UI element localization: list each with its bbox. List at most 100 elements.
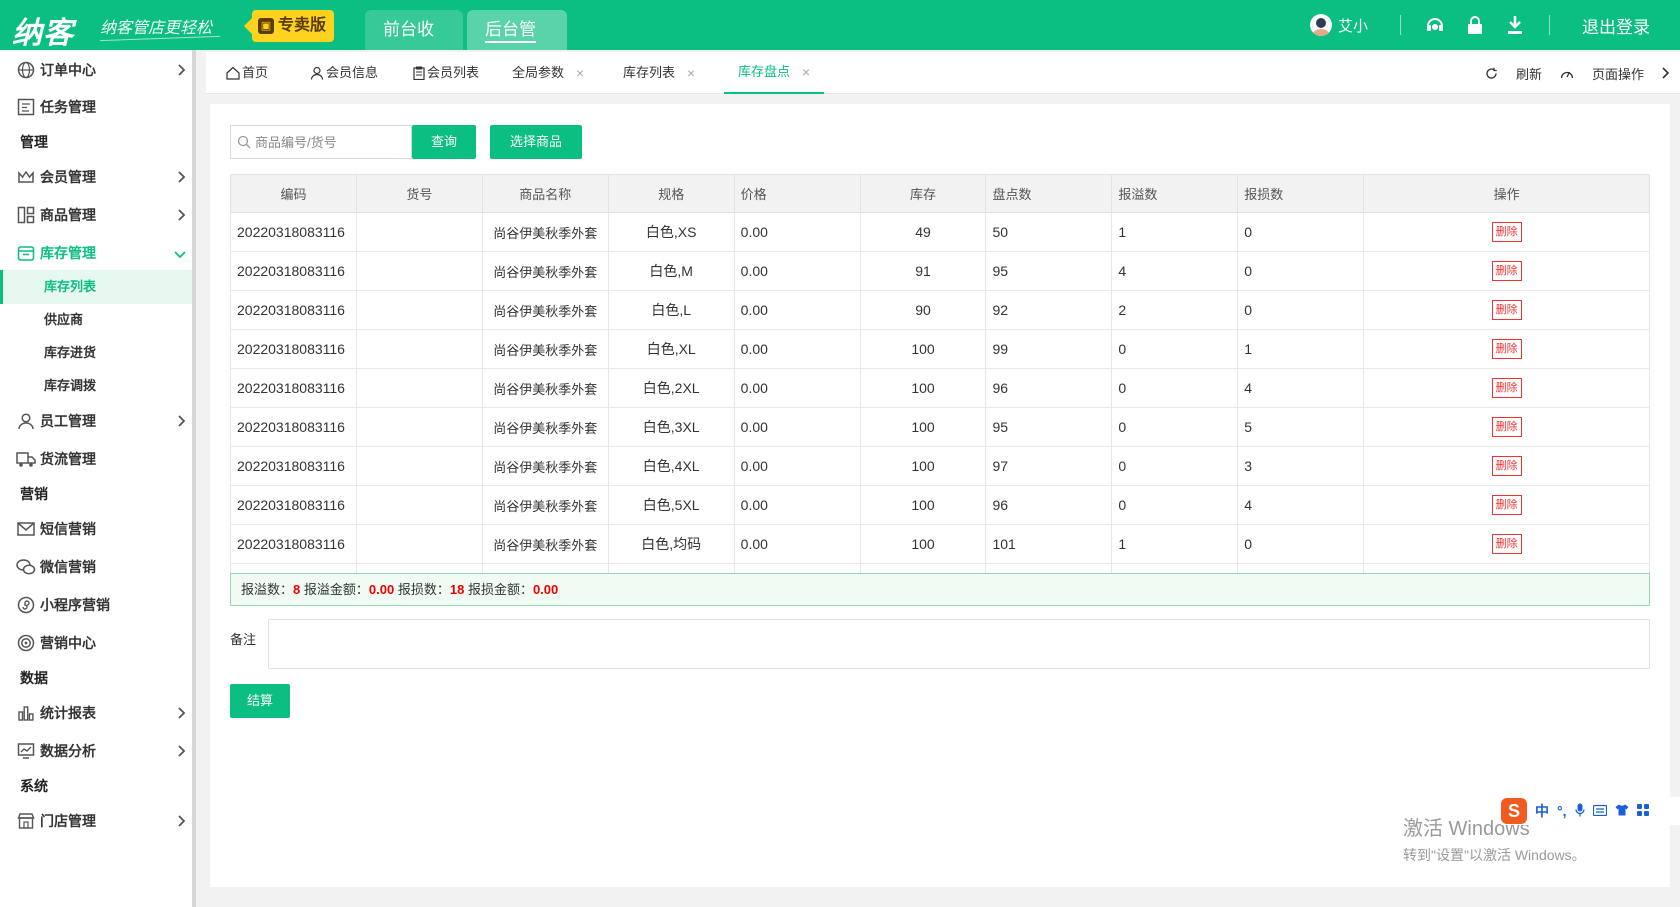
search-input[interactable] bbox=[255, 134, 405, 150]
sidebar-item-sms[interactable]: 短信营销 bbox=[0, 510, 196, 548]
delete-button[interactable]: 删除 bbox=[1491, 378, 1522, 398]
tab-global-params[interactable]: 全局参数 × bbox=[512, 52, 584, 94]
sidebar-item-label: 订单中心 bbox=[40, 62, 96, 78]
delete-button[interactable]: 删除 bbox=[1491, 456, 1522, 476]
sidebar-subitem-supplier[interactable]: 供应商 bbox=[0, 303, 192, 337]
tab-stock-list[interactable]: 库存列表 × bbox=[623, 52, 695, 94]
app-logo[interactable]: 纳客 bbox=[12, 8, 74, 52]
sidebar-item-members[interactable]: 会员管理 bbox=[0, 158, 196, 196]
delete-button[interactable]: 删除 bbox=[1491, 534, 1522, 554]
table-cell bbox=[355, 368, 483, 408]
download-icon[interactable] bbox=[1501, 11, 1529, 39]
overflow-amount-label: 报溢金额： bbox=[303, 582, 369, 597]
select-goods-button[interactable]: 选择商品 bbox=[490, 125, 582, 159]
table-cell: 0 bbox=[1111, 407, 1239, 447]
sidebar-item-staff[interactable]: 员工管理 bbox=[0, 402, 196, 440]
chevron-right-icon bbox=[178, 208, 186, 224]
table-cell: 0.00 bbox=[733, 251, 861, 291]
avatar[interactable] bbox=[1309, 14, 1332, 36]
delete-button[interactable]: 删除 bbox=[1491, 261, 1522, 281]
table-cell: 尚谷伊美秋季外套 bbox=[481, 524, 609, 564]
sidebar-item-inventory[interactable]: 库存管理 bbox=[0, 234, 196, 272]
delete-button[interactable]: 删除 bbox=[1491, 495, 1522, 515]
close-icon[interactable]: × bbox=[687, 52, 695, 94]
col-header-stock: 库存 bbox=[859, 174, 987, 213]
overflow-count-label: 报溢数： bbox=[241, 582, 294, 597]
close-icon[interactable]: × bbox=[802, 51, 810, 93]
punctuation-icon[interactable]: °, bbox=[1557, 803, 1567, 819]
tab-home[interactable]: 首页 bbox=[226, 52, 268, 94]
sidebar-item-stores[interactable]: 门店管理 bbox=[0, 802, 196, 840]
logout-button[interactable]: 退出登录 bbox=[1564, 13, 1680, 38]
headset-icon[interactable] bbox=[1421, 11, 1449, 39]
tab-member-info[interactable]: 会员信息 bbox=[310, 52, 378, 94]
delete-button[interactable]: 删除 bbox=[1491, 417, 1522, 437]
lock-icon[interactable] bbox=[1461, 11, 1489, 39]
refresh-icon bbox=[1486, 67, 1497, 79]
table-cell: 20220318083116 bbox=[230, 485, 357, 525]
table-row: 20220318083116 尚谷伊美秋季外套 白色,4XL 0.00 100 97 0 3 删… bbox=[230, 446, 1650, 486]
task-icon bbox=[16, 97, 36, 117]
table-cell: 0 bbox=[1237, 524, 1365, 564]
delete-button[interactable]: 删除 bbox=[1491, 339, 1522, 359]
sidebar-item-products[interactable]: 商品管理 bbox=[0, 196, 196, 234]
page-ops-label: 页面操作 bbox=[1591, 66, 1644, 82]
tab-stocktake[interactable]: 库存盘点 × bbox=[724, 51, 825, 94]
mic-icon[interactable] bbox=[1574, 803, 1585, 820]
target-icon bbox=[16, 633, 36, 653]
col-header-loss: 报损数 bbox=[1237, 174, 1365, 213]
sidebar-item-marketing-center[interactable]: 营销中心 bbox=[0, 624, 196, 662]
sidebar-subitem-stock-transfer[interactable]: 库存调拨 bbox=[0, 369, 192, 403]
col-header-price: 价格 bbox=[733, 174, 861, 213]
sidebar-item-orders[interactable]: 订单中心 bbox=[0, 51, 196, 89]
table-cell bbox=[355, 329, 483, 369]
table-cell: 0 bbox=[1237, 251, 1365, 291]
table-cell: 白色,5XL bbox=[607, 485, 735, 525]
username[interactable]: 艾小 bbox=[1338, 15, 1368, 36]
delete-button[interactable]: 删除 bbox=[1491, 300, 1522, 320]
sidebar-item-wechat[interactable]: 微信营销 bbox=[0, 548, 196, 586]
col-header-count: 盘点数 bbox=[985, 174, 1113, 213]
settle-button[interactable]: 结算 bbox=[230, 684, 290, 718]
close-icon[interactable]: × bbox=[576, 52, 584, 94]
sidebar-subitem-stock-list[interactable]: 库存列表 bbox=[0, 270, 192, 304]
toolbox-grid-icon[interactable] bbox=[1636, 803, 1649, 819]
ime-toolbar[interactable]: S 中 °, bbox=[1501, 797, 1680, 825]
ime-language[interactable]: 中 bbox=[1535, 801, 1549, 821]
tab-member-list[interactable]: 会员列表 bbox=[413, 52, 479, 94]
table-cell: 5 bbox=[1237, 407, 1365, 447]
person-icon bbox=[16, 411, 36, 431]
home-icon bbox=[226, 66, 240, 80]
chevron-right-icon bbox=[178, 744, 186, 760]
loss-count-label: 报损数： bbox=[397, 582, 450, 597]
search-box[interactable] bbox=[230, 125, 412, 159]
remark-input[interactable] bbox=[268, 619, 1650, 669]
sidebar-item-tasks[interactable]: 任务管理 bbox=[0, 88, 196, 126]
overflow-count: 8 bbox=[293, 582, 301, 597]
table-row: 20220318083116 尚谷伊美秋季外套 白色,3XL 0.00 100 95 0 5 删… bbox=[230, 407, 1650, 447]
sidebar-item-miniprogram[interactable]: 小程序营销 bbox=[0, 586, 196, 624]
delete-button[interactable]: 删除 bbox=[1491, 222, 1522, 242]
skin-shirt-icon[interactable] bbox=[1615, 803, 1629, 819]
sidebar-item-reports[interactable]: 统计报表 bbox=[0, 694, 196, 732]
page-ops-button[interactable]: 页面操作 bbox=[1560, 64, 1644, 83]
sidebar-item-analysis[interactable]: 数据分析 bbox=[0, 732, 196, 770]
globe-icon bbox=[16, 60, 36, 80]
query-button[interactable]: 查询 bbox=[412, 125, 476, 159]
top-tab-cashier[interactable]: 前台收银 bbox=[365, 10, 463, 79]
col-header-name: 商品名称 bbox=[481, 174, 609, 213]
table-cell: 白色,3XL bbox=[607, 407, 735, 447]
tab-label: 库存盘点 bbox=[738, 64, 791, 79]
sidebar-item-logistics[interactable]: 货流管理 bbox=[0, 440, 196, 478]
sidebar-subitem-stock-purchase[interactable]: 库存进货 bbox=[0, 336, 192, 370]
table-cell: 白色,均码 bbox=[607, 524, 735, 564]
wechat-icon bbox=[16, 557, 36, 577]
refresh-button[interactable]: 刷新 bbox=[1485, 64, 1542, 83]
keyboard-icon[interactable] bbox=[1592, 803, 1607, 819]
table-cell bbox=[355, 212, 483, 252]
table-cell: 91 bbox=[859, 251, 987, 291]
top-tab-admin[interactable]: 后台管理 bbox=[467, 10, 567, 83]
chevron-right-icon[interactable] bbox=[1662, 67, 1670, 79]
table-cell: 尚谷伊美秋季外套 bbox=[481, 212, 609, 252]
col-header-code: 编码 bbox=[230, 174, 357, 213]
